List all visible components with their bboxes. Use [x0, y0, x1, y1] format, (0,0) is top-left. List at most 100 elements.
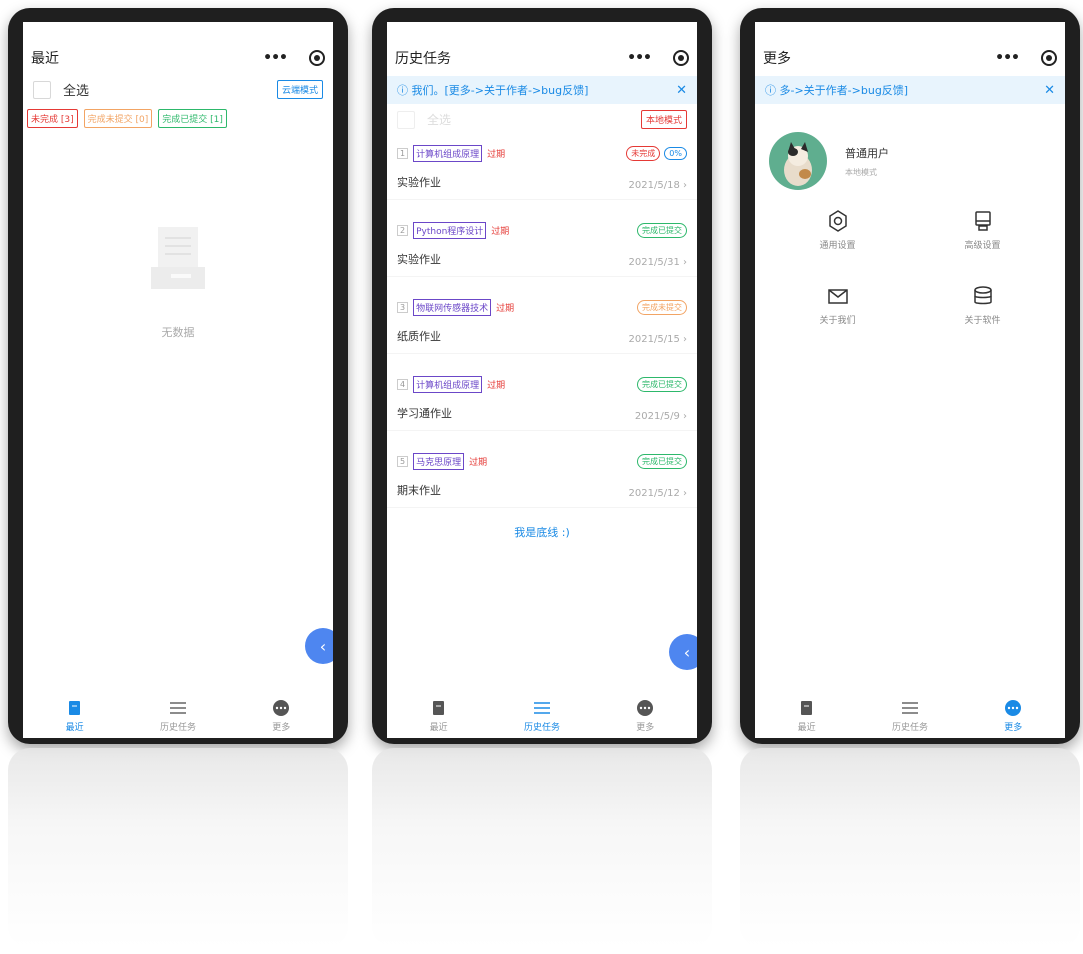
more-dots-icon[interactable]: •••	[995, 50, 1020, 66]
filter-incomplete[interactable]: 未完成 [3]	[27, 109, 78, 128]
back-fab[interactable]: ‹	[669, 634, 697, 670]
tab-history[interactable]: 历史任务	[133, 698, 223, 738]
tab-history[interactable]: 历史任务	[865, 698, 955, 738]
reflection	[8, 748, 348, 948]
task-tags: 3 物联网传感器技术 过期	[397, 298, 514, 316]
page-title: 历史任务	[395, 51, 451, 67]
task-header: 5 马克思原理 过期 完成已提交	[387, 449, 697, 473]
tab-more[interactable]: 更多	[968, 698, 1058, 738]
more-circle-icon	[1004, 698, 1022, 718]
course-tag: 物联网传感器技术	[413, 298, 492, 316]
task-row[interactable]: 实验作业 2021/5/31 ›	[387, 242, 697, 277]
mini-program-capsule: •••	[995, 50, 1057, 66]
more-dots-icon[interactable]: •••	[263, 50, 288, 66]
select-all-label: 全选	[427, 113, 452, 127]
general-settings-item[interactable]: 通用设置	[778, 210, 898, 251]
filter-done-unsubmitted[interactable]: 完成未提交 [0]	[83, 109, 153, 128]
task-date-wrap: 2021/5/15 ›	[629, 327, 687, 346]
reflection	[740, 748, 1080, 948]
notice-bar: ⓘ 多->关于作者->bug反馈] ✕	[755, 76, 1065, 104]
tab-more[interactable]: 更多	[236, 698, 326, 738]
tab-more[interactable]: 更多	[600, 698, 690, 738]
page-title: 更多	[763, 51, 791, 67]
status-badge[interactable]: 完成已提交	[637, 222, 687, 238]
close-icon[interactable]: ✕	[676, 83, 687, 98]
task-date-wrap: 2021/5/12 ›	[629, 481, 687, 500]
back-fab[interactable]: ‹	[305, 628, 333, 664]
avatar	[769, 132, 827, 190]
more-circle-icon	[272, 698, 290, 718]
phone-recent: 最近 ••• 全选 云端模式 未完成 [3] 完成未提交 [0] 完成已提交 […	[8, 8, 348, 744]
phone-more: 更多 ••• ⓘ 多->关于作者->bug反馈] ✕ 普通用户 本地模式 通用设…	[740, 8, 1080, 744]
tab-label: 最近	[797, 723, 816, 733]
status-tags: 未完成 0%	[626, 145, 687, 161]
task-row[interactable]: 实验作业 2021/5/18 ›	[387, 165, 697, 200]
task-date: 2021/5/9	[634, 410, 680, 422]
mode-button[interactable]: 云端模式	[276, 80, 323, 99]
task-row[interactable]: 纸质作业 2021/5/15 ›	[387, 319, 697, 354]
progress-badge: 0%	[664, 146, 687, 160]
task-row[interactable]: 学习通作业 2021/5/9 ›	[387, 396, 697, 431]
mini-program-capsule: •••	[263, 50, 325, 66]
course-tag: 马克思原理	[413, 452, 465, 470]
tab-label: 历史任务	[159, 723, 196, 733]
tab-recent[interactable]: 最近	[762, 698, 852, 738]
advanced-settings-item[interactable]: 高级设置	[923, 210, 1043, 251]
status-badge[interactable]: 完成已提交	[637, 376, 687, 392]
tab-history[interactable]: 历史任务	[497, 698, 587, 738]
grid-label: 关于我们	[819, 316, 856, 326]
tab-recent[interactable]: 最近	[30, 698, 120, 738]
task-item[interactable]: 3 物联网传感器技术 过期 完成未提交 纸质作业 2021/5/15 ›	[387, 295, 697, 354]
select-all-checkbox[interactable]	[397, 110, 415, 129]
close-target-icon[interactable]	[309, 50, 325, 66]
user-card[interactable]: 普通用户 本地模式	[755, 104, 1065, 210]
user-mode: 本地模式	[845, 167, 877, 177]
tab-label: 历史任务	[523, 723, 560, 733]
task-item[interactable]: 1 计算机组成原理 过期 未完成 0% 实验作业 2021/5/18 ›	[387, 141, 697, 200]
status-badge[interactable]: 完成未提交	[637, 299, 687, 315]
recent-doc-icon	[432, 698, 446, 718]
overdue-tag: 过期	[487, 149, 506, 160]
tab-bar: 最近 历史任务 更多	[387, 692, 697, 738]
task-name: 实验作业	[397, 253, 441, 266]
course-tag: 计算机组成原理	[413, 375, 483, 393]
chevron-left-icon: ‹	[683, 642, 691, 662]
status-tags: 完成已提交	[637, 222, 687, 238]
close-target-icon[interactable]	[673, 50, 689, 66]
task-name: 纸质作业	[397, 330, 441, 343]
course-tag: Python程序设计	[413, 221, 487, 239]
tab-label: 最近	[65, 723, 84, 733]
status-badge[interactable]: 完成已提交	[637, 453, 687, 469]
grid-label: 通用设置	[819, 241, 856, 251]
filter-done-submitted[interactable]: 完成已提交 [1]	[158, 109, 227, 128]
tab-bar: 最近 历史任务 更多	[755, 692, 1065, 738]
task-index: 5	[397, 455, 409, 467]
close-target-icon[interactable]	[1041, 50, 1057, 66]
phone-history: 历史任务 ••• ⓘ 我们。[更多->关于作者->bug反馈] ✕ 全选 本地模…	[372, 8, 712, 744]
notice-bar: ⓘ 我们。[更多->关于作者->bug反馈] ✕	[387, 76, 697, 104]
about-software-item[interactable]: 关于软件	[923, 285, 1043, 326]
bottom-line-text: 我是底线 :)	[514, 526, 570, 539]
about-us-item[interactable]: 关于我们	[778, 285, 898, 326]
empty-text: 无数据	[161, 326, 195, 339]
task-item[interactable]: 2 Python程序设计 过期 完成已提交 实验作业 2021/5/31 ›	[387, 218, 697, 277]
reflection	[372, 748, 712, 948]
tab-label: 更多	[1004, 723, 1023, 733]
tab-recent[interactable]: 最近	[394, 698, 484, 738]
status-badge[interactable]: 未完成	[626, 145, 661, 161]
empty-state: 无数据	[23, 222, 333, 340]
task-index: 3	[397, 301, 409, 313]
task-row[interactable]: 期末作业 2021/5/12 ›	[387, 473, 697, 508]
chevron-right-icon: ›	[679, 333, 687, 345]
nav-bar: 历史任务 •••	[387, 40, 697, 76]
more-dots-icon[interactable]: •••	[627, 50, 652, 66]
status-bar	[23, 22, 333, 40]
recent-doc-icon	[800, 698, 814, 718]
task-item[interactable]: 5 马克思原理 过期 完成已提交 期末作业 2021/5/12 ›	[387, 449, 697, 508]
mode-button[interactable]: 本地模式	[640, 110, 687, 129]
course-tag: 计算机组成原理	[413, 144, 483, 162]
select-all-checkbox[interactable]	[33, 80, 51, 99]
task-item[interactable]: 4 计算机组成原理 过期 完成已提交 学习通作业 2021/5/9 ›	[387, 372, 697, 431]
close-icon[interactable]: ✕	[1044, 83, 1055, 98]
task-date-wrap: 2021/5/9 ›	[635, 404, 687, 423]
